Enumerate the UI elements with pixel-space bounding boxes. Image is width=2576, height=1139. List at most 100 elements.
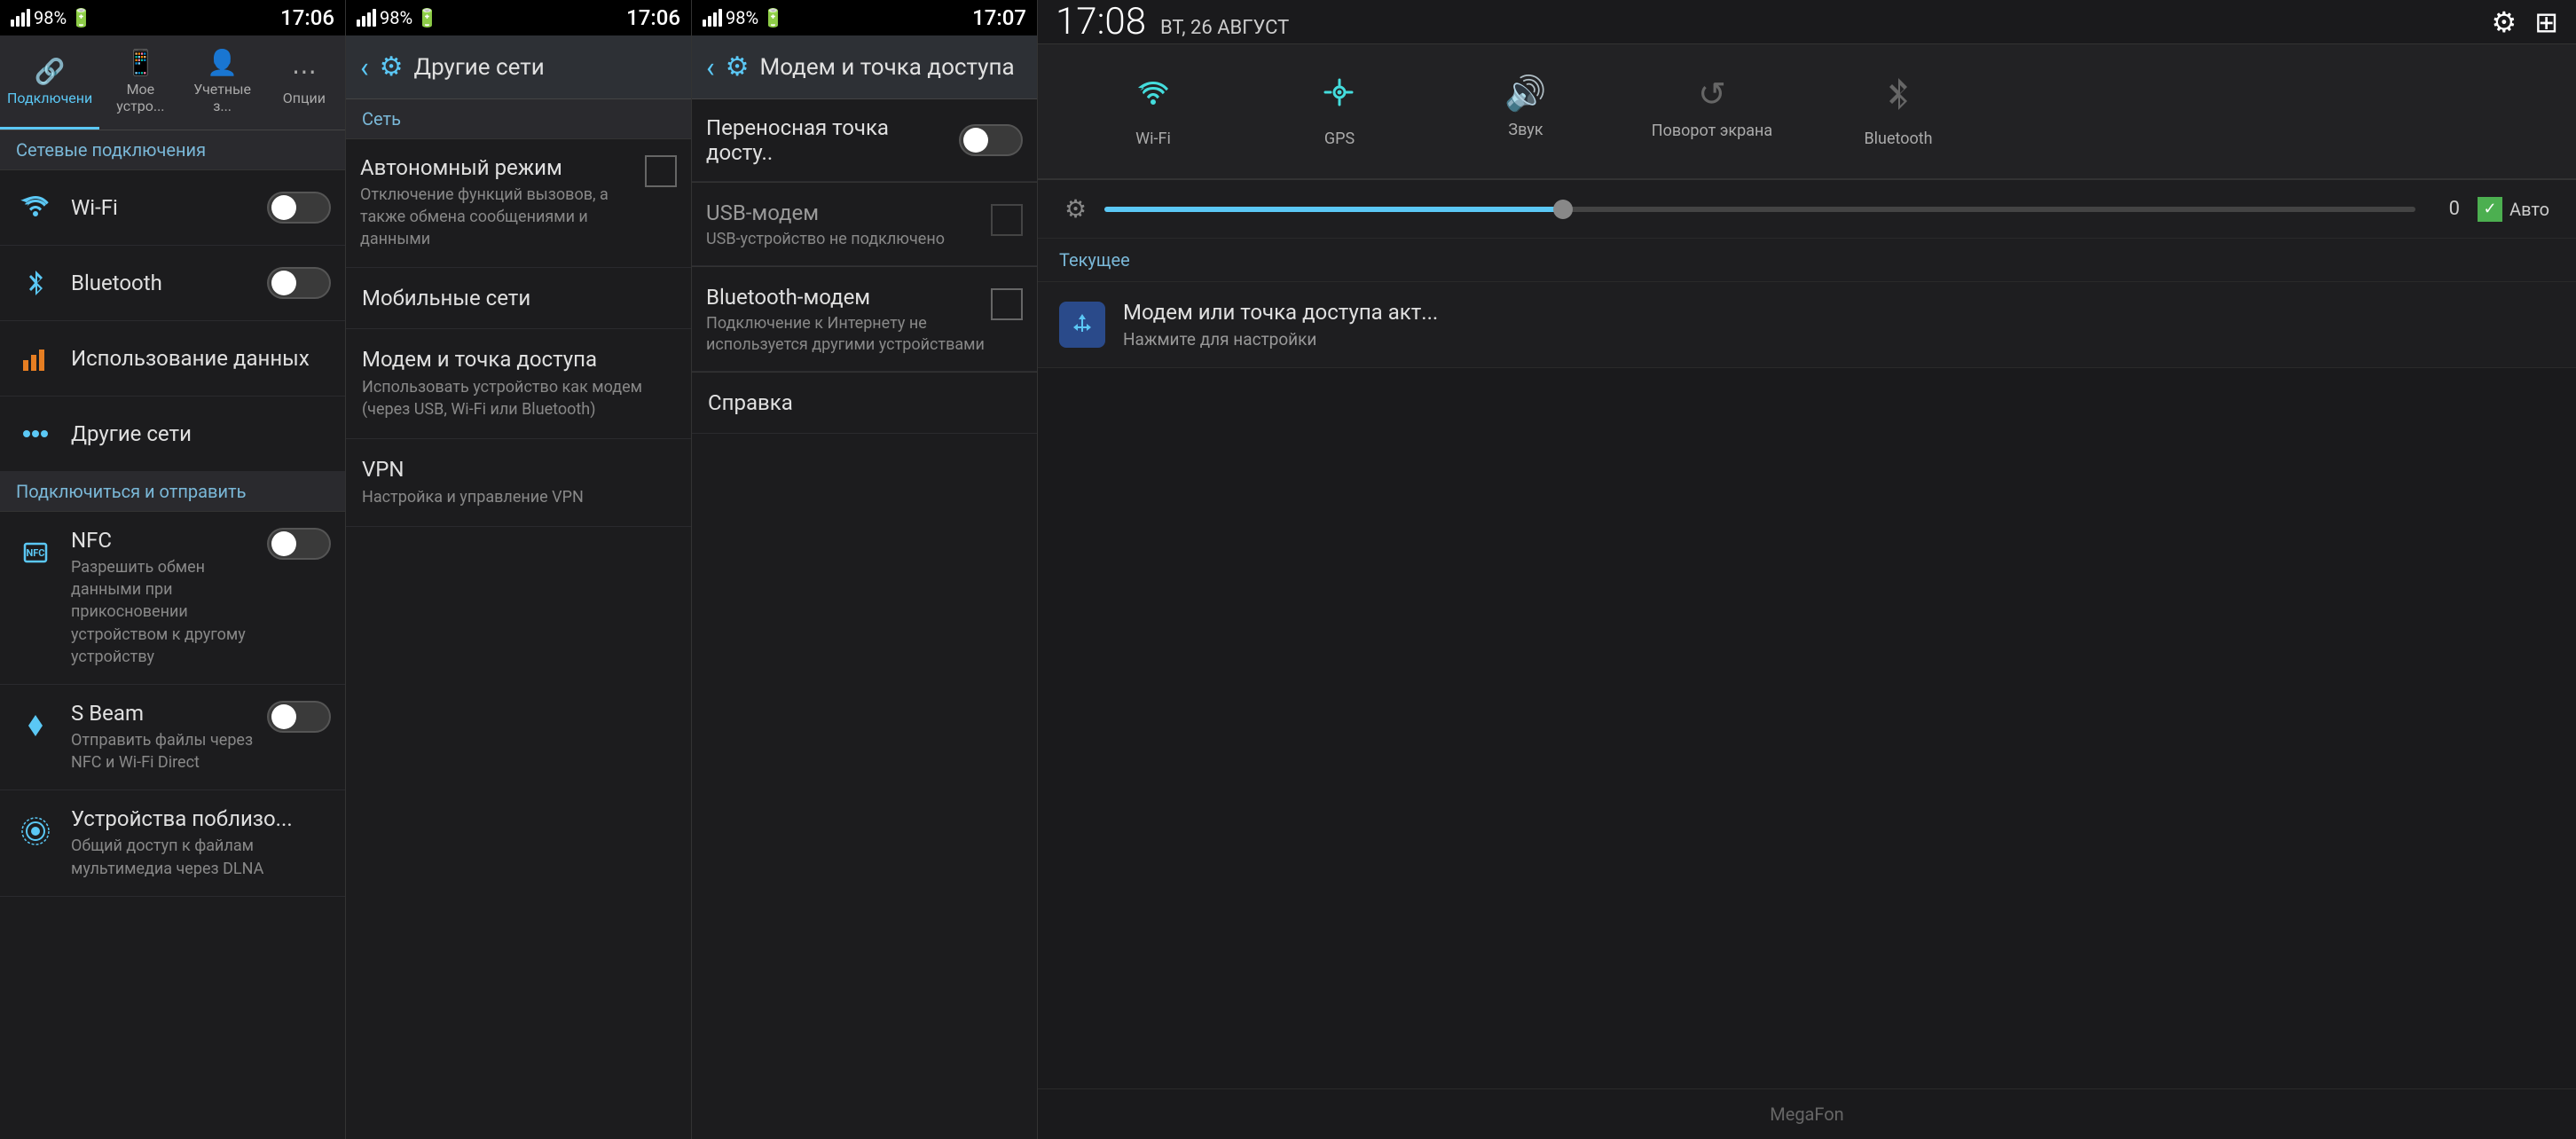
settings-item-bt-modem[interactable]: Bluetooth-модем Подключение к Интернету … <box>692 267 1037 372</box>
svg-text:NFC: NFC <box>27 547 45 559</box>
settings-item-nfc[interactable]: NFC NFC Разрешить обмен данными при прик… <box>0 512 345 685</box>
quick-settings-bar: Wi-Fi GPS 🔊 Звук ↺ Поворот экрана Blueto… <box>1038 44 2576 180</box>
quick-rotate-label: Поворот экрана <box>1652 122 1772 140</box>
notif-header-right: ⚙ ⊞ <box>2492 5 2559 39</box>
tab-options[interactable]: ⋯ Опции <box>263 35 345 130</box>
connect-section-header: Подключиться и отправить <box>0 472 345 512</box>
battery-icon-1: 🔋 <box>70 7 92 28</box>
back-button-3[interactable]: ‹ <box>706 51 715 84</box>
wifi-toggle-switch[interactable] <box>267 192 331 224</box>
quick-btn-wifi[interactable]: Wi-Fi <box>1064 62 1242 161</box>
settings-item-help[interactable]: Справка <box>692 373 1037 434</box>
settings-gear-icon-3: ⚙ <box>726 51 750 82</box>
hotspot-toggle-switch[interactable] <box>959 124 1023 156</box>
bluetooth-toggle-switch[interactable] <box>267 267 331 299</box>
settings-item-airplane[interactable]: Автономный режим Отключение функций вызо… <box>346 139 691 268</box>
notif-content: Модем или точка доступа акт... Нажмите д… <box>1123 300 2555 350</box>
tab-accounts[interactable]: 👤 Учетные з... <box>182 35 263 130</box>
airplane-checkbox[interactable] <box>645 155 677 187</box>
notif-subtitle: Нажмите для настройки <box>1123 329 2555 350</box>
sbeam-toggle[interactable] <box>267 701 331 733</box>
hotspot-toggle[interactable] <box>959 124 1023 156</box>
bt-modem-title: Bluetooth-модем <box>706 285 991 310</box>
quick-btn-bluetooth[interactable]: Bluetooth <box>1810 62 1987 161</box>
back-button-2[interactable]: ‹ <box>360 51 369 84</box>
quick-btn-rotate[interactable]: ↺ Поворот экрана <box>1623 62 1801 161</box>
settings-item-wifi[interactable]: Wi-Fi <box>0 170 345 246</box>
settings-item-bluetooth[interactable]: Bluetooth <box>0 246 345 321</box>
panel-settings-main: 98% 🔋 17:06 🔗 Подключени 📱 Мое устро... … <box>0 0 346 1139</box>
quick-bluetooth-label: Bluetooth <box>1864 130 1932 148</box>
battery-icon-3: 🔋 <box>762 7 784 28</box>
settings-item-usb-modem[interactable]: USB-модем USB-устройство не подключено <box>692 183 1037 266</box>
settings-item-vpn[interactable]: VPN Настройка и управление VPN <box>346 439 691 527</box>
wifi-icon <box>14 186 57 229</box>
settings-gear-icon-2: ⚙ <box>380 51 404 82</box>
hotspot-title: Переносная точка досту.. <box>706 115 959 165</box>
brightness-settings-icon[interactable]: ⚙ <box>1064 194 1087 224</box>
grid-icon[interactable]: ⊞ <box>2534 5 2558 39</box>
settings-item-data-usage[interactable]: Использование данных <box>0 321 345 397</box>
bluetooth-toggle[interactable] <box>267 267 331 299</box>
brightness-track[interactable] <box>1104 207 2415 212</box>
quick-sound-icon: 🔊 <box>1504 75 1546 114</box>
wifi-title: Wi-Fi <box>71 195 258 220</box>
settings-icon[interactable]: ⚙ <box>2492 5 2517 39</box>
brightness-slider-row: ⚙ 0 ✓ Авто <box>1038 180 2576 239</box>
usb-modem-checkbox[interactable] <box>991 204 1023 236</box>
notif-status-bar: 17:08 ВТ, 26 АВГУСТ ⚙ ⊞ <box>1038 0 2576 44</box>
nfc-toggle[interactable] <box>267 528 331 560</box>
sbeam-subtitle: Отправить файлы через NFC и Wi-Fi Direct <box>71 729 258 774</box>
quick-bluetooth-icon <box>1879 75 1918 122</box>
bt-modem-checkbox[interactable] <box>991 288 1023 320</box>
settings-item-nearby[interactable]: Устройства поблизо... Общий доступ к фай… <box>0 790 345 896</box>
sbeam-icon <box>14 704 57 747</box>
auto-check-icon: ✓ <box>2478 197 2502 222</box>
notif-time-area: 17:08 ВТ, 26 АВГУСТ <box>1056 0 1289 43</box>
status-time-1: 17:06 <box>280 5 334 30</box>
settings-item-tethering[interactable]: Модем и точка доступа Использовать устро… <box>346 329 691 439</box>
tab-mydevice[interactable]: 📱 Мое устро... <box>99 35 181 130</box>
settings-item-hotspot[interactable]: Переносная точка досту.. <box>692 99 1037 182</box>
page-title-2: Другие сети <box>414 54 545 81</box>
sbeam-toggle-switch[interactable] <box>267 701 331 733</box>
sbeam-title: S Beam <box>71 701 258 726</box>
hotspot-left: Переносная точка досту.. <box>706 115 959 165</box>
nearby-title: Устройства поблизо... <box>71 806 331 831</box>
notif-usb-icon <box>1059 302 1105 348</box>
tab-options-label: Опции <box>283 90 326 106</box>
data-usage-icon <box>14 337 57 380</box>
bt-modem-check[interactable] <box>991 288 1023 320</box>
settings-item-other-networks[interactable]: Другие сети <box>0 397 345 472</box>
mobile-title: Мобильные сети <box>362 286 675 310</box>
usb-modem-left: USB-модем USB-устройство не подключено <box>706 200 991 249</box>
usb-modem-check[interactable] <box>991 204 1023 236</box>
other-networks-icon <box>14 412 57 455</box>
brightness-auto[interactable]: ✓ Авто <box>2478 197 2549 222</box>
quick-btn-sound[interactable]: 🔊 Звук <box>1437 62 1614 161</box>
quick-gps-label: GPS <box>1324 130 1355 148</box>
other-networks-content: Другие сети <box>71 421 331 446</box>
quick-wifi-label: Wi-Fi <box>1135 130 1171 148</box>
nfc-toggle-switch[interactable] <box>267 528 331 560</box>
notif-date: ВТ, 26 АВГУСТ <box>1160 17 1289 39</box>
settings-item-mobile[interactable]: Мобильные сети <box>346 268 691 329</box>
bluetooth-title: Bluetooth <box>71 271 258 295</box>
vpn-title: VPN <box>362 457 675 482</box>
airplane-title: Автономный режим <box>360 155 636 180</box>
airplane-checkbox-control[interactable] <box>645 155 677 187</box>
data-usage-content: Использование данных <box>71 346 331 371</box>
brightness-thumb[interactable] <box>1553 200 1573 219</box>
nfc-toggle-knob <box>271 531 296 556</box>
notif-item-tethering[interactable]: Модем или точка доступа акт... Нажмите д… <box>1038 282 2576 368</box>
nfc-icon: NFC <box>14 531 57 574</box>
wifi-content: Wi-Fi <box>71 195 258 220</box>
wifi-toggle-knob <box>271 195 296 220</box>
settings-item-sbeam[interactable]: S Beam Отправить файлы через NFC и Wi-Fi… <box>0 685 345 790</box>
panel-notifications: 17:08 ВТ, 26 АВГУСТ ⚙ ⊞ Wi-Fi GPS 🔊 Звук <box>1038 0 2576 1139</box>
sbeam-content: S Beam Отправить файлы через NFC и Wi-Fi… <box>71 701 258 774</box>
quick-btn-gps[interactable]: GPS <box>1251 62 1428 161</box>
network-label-2: Сеть <box>346 99 691 139</box>
wifi-toggle[interactable] <box>267 192 331 224</box>
tab-connections[interactable]: 🔗 Подключени <box>0 35 99 130</box>
